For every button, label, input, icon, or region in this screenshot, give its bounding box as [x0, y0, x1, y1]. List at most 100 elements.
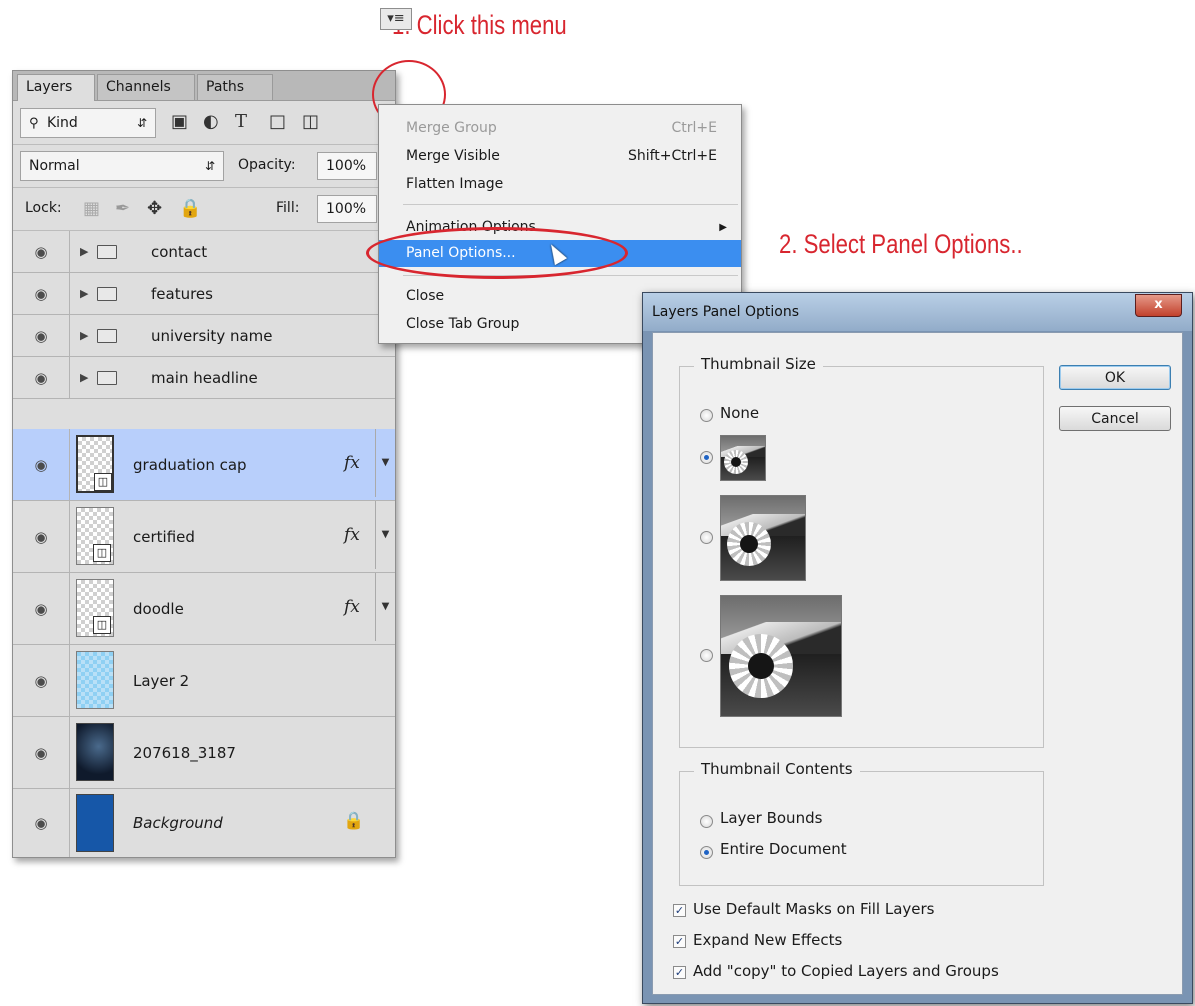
layer-row[interactable]: ◉ Layer 2 [13, 645, 395, 717]
menu-item-label: Close Tab Group [406, 316, 520, 332]
fx-icon[interactable]: fx [344, 453, 360, 473]
filter-kind-select[interactable]: ⚲ Kind ⇵ [20, 108, 156, 138]
lock-paint-brush-icon[interactable]: ✒ [115, 198, 130, 219]
dialog-title-bar[interactable]: Layers Panel Options x [643, 293, 1192, 331]
expand-triangle-icon[interactable]: ▶ [80, 245, 88, 258]
opacity-field[interactable]: 100% [317, 152, 377, 180]
thumbnail-contents-group: Thumbnail Contents Layer Bounds Entire D… [679, 760, 1044, 886]
menu-item-merge-group[interactable]: Merge Group Ctrl+E [379, 115, 741, 142]
visibility-cell[interactable]: ◉ [13, 717, 70, 788]
type-filter-icon[interactable]: T [235, 111, 247, 133]
ok-button[interactable]: OK [1059, 365, 1171, 390]
fill-field[interactable]: 100% [317, 195, 377, 223]
fx-icon[interactable]: fx [344, 525, 360, 545]
entire-document-radio[interactable] [700, 846, 713, 859]
thumbnail-size-small-radio[interactable] [700, 451, 713, 464]
visibility-cell[interactable]: ◉ [13, 315, 70, 356]
lock-transparency-icon[interactable]: ▦ [83, 198, 100, 219]
layer-thumbnail: ◫ [76, 435, 114, 493]
layer-thumbnail: ◫ [76, 579, 114, 637]
effects-disclosure-arrow-icon[interactable]: ▼ [375, 501, 395, 569]
cancel-button[interactable]: Cancel [1059, 406, 1171, 431]
thumbnail-size-medium-radio[interactable] [700, 531, 713, 544]
layer-row[interactable]: ◉ 207618_3187 [13, 717, 395, 789]
fx-icon[interactable]: fx [344, 597, 360, 617]
lock-all-padlock-icon[interactable]: 🔒 [179, 198, 201, 219]
blend-mode-select[interactable]: Normal ⇵ [20, 151, 224, 181]
eye-icon[interactable]: ◉ [30, 287, 52, 302]
add-copy-checkbox[interactable]: ✓ [673, 966, 686, 979]
visibility-cell[interactable]: ◉ [13, 231, 70, 272]
blend-row: Normal ⇵ Opacity: 100% [13, 145, 395, 188]
visibility-cell[interactable]: ◉ [13, 645, 70, 716]
layer-thumbnail [76, 794, 114, 852]
visibility-cell[interactable]: ◉ [13, 573, 70, 644]
layer-lock-icon: 🔒 [343, 811, 365, 831]
eye-icon[interactable]: ◉ [30, 371, 52, 386]
layer-bounds-radio[interactable] [700, 815, 713, 828]
eye-icon[interactable]: ◉ [30, 245, 52, 260]
eye-icon[interactable]: ◉ [30, 746, 52, 761]
effects-disclosure-arrow-icon[interactable]: ▼ [375, 429, 395, 497]
expand-triangle-icon[interactable]: ▶ [80, 329, 88, 342]
submenu-arrow-icon: ▶ [719, 222, 727, 233]
checkbox-label: Add "copy" to Copied Layers and Groups [693, 962, 999, 980]
panel-tab-bar: Layers Channels Paths [13, 71, 395, 101]
group-title: Thumbnail Contents [694, 760, 860, 778]
layer-name: 207618_3187 [133, 744, 236, 762]
layer-row[interactable]: ◉ ▶ contact [13, 231, 395, 273]
folder-icon [97, 371, 117, 385]
highlight-circle-panel-options [366, 227, 628, 279]
dialog-body: Thumbnail Size None Thumbnail Contents L… [652, 332, 1183, 995]
use-default-masks-checkbox[interactable]: ✓ [673, 904, 686, 917]
eye-icon[interactable]: ◉ [30, 329, 52, 344]
menu-item-flatten-image[interactable]: Flatten Image [379, 171, 741, 198]
eye-icon[interactable]: ◉ [30, 530, 52, 545]
tab-channels[interactable]: Channels [97, 74, 195, 100]
lock-position-move-icon[interactable]: ✥ [147, 198, 162, 219]
thumbnail-size-none-radio[interactable] [700, 409, 713, 422]
layer-row[interactable]: ◉ ▶ university name [13, 315, 395, 357]
visibility-cell[interactable]: ◉ [13, 357, 70, 398]
menu-item-merge-visible[interactable]: Merge Visible Shift+Ctrl+E [379, 143, 741, 170]
layer-row[interactable]: ◉ ▶ main headline [13, 357, 395, 399]
shape-filter-icon[interactable]: □ [269, 111, 286, 133]
expand-triangle-icon[interactable]: ▶ [80, 287, 88, 300]
panel-menu-button[interactable]: ▾≡ [380, 8, 412, 30]
visibility-cell[interactable]: ◉ [13, 273, 70, 314]
menu-item-label: Merge Visible [406, 148, 500, 164]
adjustment-filter-icon[interactable]: ◐ [203, 111, 219, 133]
visibility-cell[interactable]: ◉ [13, 429, 70, 500]
menu-item-label: Flatten Image [406, 176, 504, 192]
layer-row[interactable]: ◉ ◫ doodle fx ▼ [13, 573, 395, 645]
eye-icon[interactable]: ◉ [30, 674, 52, 689]
layer-row[interactable]: ◉ ▶ features [13, 273, 395, 315]
layer-row-selected[interactable]: ◉ ◫ graduation cap fx ▼ [13, 429, 395, 501]
close-icon: x [1154, 297, 1163, 312]
layer-thumbnail [76, 723, 114, 781]
eye-icon[interactable]: ◉ [30, 602, 52, 617]
expand-triangle-icon[interactable]: ▶ [80, 371, 88, 384]
menu-item-shortcut: Shift+Ctrl+E [627, 148, 717, 164]
smart-object-filter-icon[interactable]: ◫ [302, 111, 319, 133]
close-button[interactable]: x [1135, 294, 1182, 317]
layer-name: graduation cap [133, 456, 247, 474]
thumbnail-size-large-radio[interactable] [700, 649, 713, 662]
layer-row[interactable]: ◉ ◫ certified fx ▼ [13, 501, 395, 573]
visibility-cell[interactable]: ◉ [13, 789, 70, 857]
folder-icon [97, 245, 117, 259]
tab-layers[interactable]: Layers [17, 74, 95, 101]
pixel-filter-icon[interactable]: ▣ [171, 111, 188, 133]
annotation-step-2: 2. Select Panel Options.. [779, 229, 1023, 259]
effects-disclosure-arrow-icon[interactable]: ▼ [375, 573, 395, 641]
visibility-cell[interactable]: ◉ [13, 501, 70, 572]
expand-new-effects-checkbox[interactable]: ✓ [673, 935, 686, 948]
layer-row[interactable]: ◉ Background 🔒 [13, 789, 395, 857]
updown-arrow-icon: ⇵ [136, 116, 147, 130]
lock-label: Lock: [25, 200, 62, 216]
opacity-label: Opacity: [238, 157, 296, 173]
eye-icon[interactable]: ◉ [30, 816, 52, 831]
eye-icon[interactable]: ◉ [30, 458, 52, 473]
tab-paths[interactable]: Paths [197, 74, 273, 100]
layer-name: university name [151, 327, 273, 345]
